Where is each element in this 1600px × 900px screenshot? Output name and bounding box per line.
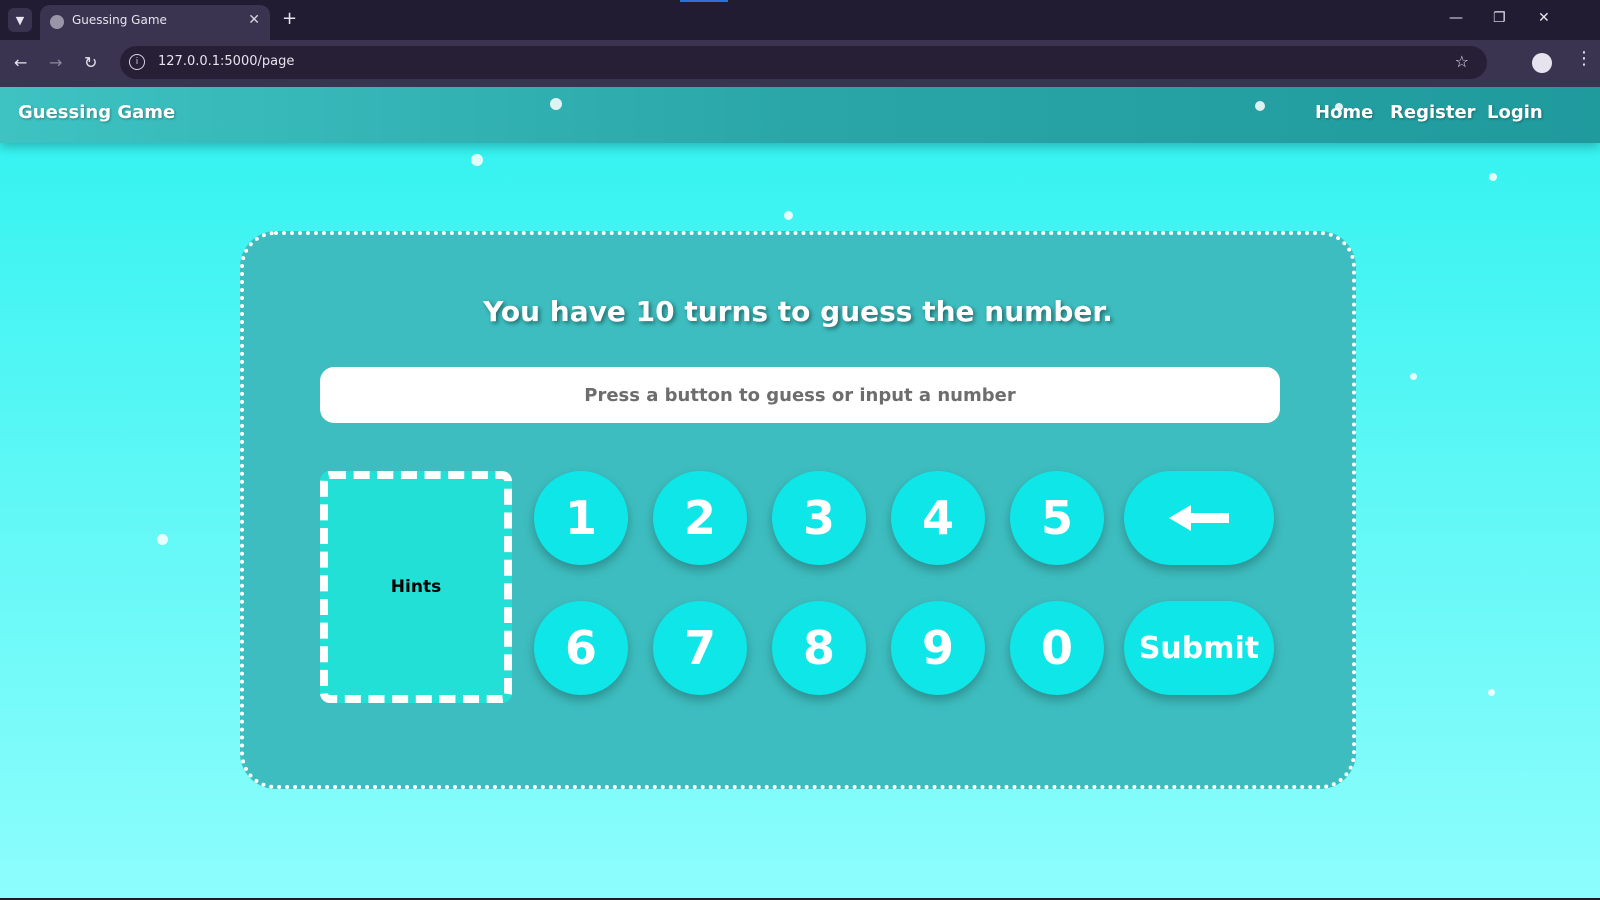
key-6[interactable]: 6	[534, 601, 628, 695]
key-2[interactable]: 2	[653, 471, 747, 565]
particle	[471, 154, 483, 166]
key-3[interactable]: 3	[772, 471, 866, 565]
new-tab-icon[interactable]: +	[282, 9, 297, 29]
address-bar[interactable]: i 127.0.0.1:5000/page ☆	[120, 46, 1487, 79]
game-card: You have 10 turns to guess the number. H…	[240, 231, 1356, 789]
reload-icon[interactable]: ↻	[84, 53, 97, 72]
hints-box: Hints	[320, 471, 512, 703]
url-text: 127.0.0.1:5000/page	[158, 54, 295, 69]
particle	[1410, 373, 1417, 380]
key-8[interactable]: 8	[772, 601, 866, 695]
globe-icon	[50, 15, 64, 29]
profile-icon[interactable]	[1532, 53, 1552, 73]
key-4[interactable]: 4	[891, 471, 985, 565]
nav-home-link[interactable]: Home	[1315, 102, 1373, 123]
tab-title: Guessing Game	[72, 13, 167, 27]
bookmark-star-icon[interactable]: ☆	[1455, 52, 1469, 71]
site-info-icon[interactable]: i	[129, 54, 145, 70]
particle	[1488, 689, 1495, 696]
key-5[interactable]: 5	[1010, 471, 1104, 565]
site-navbar: Guessing Game Home Register Login	[0, 87, 1600, 143]
tab-list-button[interactable]: ▼	[8, 8, 32, 32]
key-0[interactable]: 0	[1010, 601, 1104, 695]
site-brand[interactable]: Guessing Game	[18, 102, 175, 123]
key-9[interactable]: 9	[891, 601, 985, 695]
browser-tabstrip: ▼ Guessing Game ✕ + — ❐ ✕	[0, 0, 1600, 40]
forward-icon[interactable]: →	[49, 53, 62, 72]
left-arrow-icon	[1169, 505, 1229, 531]
backspace-button[interactable]	[1124, 471, 1274, 565]
close-window-icon[interactable]: ✕	[1538, 10, 1550, 26]
particle	[1335, 103, 1343, 111]
particle	[550, 98, 562, 110]
particle	[1255, 101, 1265, 111]
hints-label: Hints	[390, 577, 442, 597]
page-body: Guessing Game Home Register Login You ha…	[0, 87, 1600, 898]
key-1[interactable]: 1	[534, 471, 628, 565]
nav-register-link[interactable]: Register	[1390, 102, 1476, 123]
particle	[157, 534, 168, 545]
browser-toolbar: ← → ↻ i 127.0.0.1:5000/page ☆ ⋮	[0, 40, 1600, 87]
submit-button[interactable]: Submit	[1124, 601, 1274, 695]
chevron-down-icon: ▼	[15, 13, 25, 27]
key-7[interactable]: 7	[653, 601, 747, 695]
tab-highlight	[680, 0, 728, 2]
particle	[784, 211, 793, 220]
guess-input[interactable]	[320, 367, 1280, 423]
particle	[1489, 173, 1497, 181]
restore-icon[interactable]: ❐	[1493, 10, 1506, 26]
browser-tab[interactable]: Guessing Game ✕	[40, 5, 270, 40]
keypad: 1 2 3 4 5 6 7 8 9 0 Submit	[534, 471, 1280, 697]
minimize-icon[interactable]: —	[1449, 10, 1463, 26]
back-icon[interactable]: ←	[14, 53, 27, 72]
close-tab-icon[interactable]: ✕	[248, 12, 260, 28]
nav-login-link[interactable]: Login	[1487, 102, 1543, 123]
browser-menu-icon[interactable]: ⋮	[1575, 50, 1593, 68]
turns-headline: You have 10 turns to guess the number.	[483, 295, 1113, 328]
